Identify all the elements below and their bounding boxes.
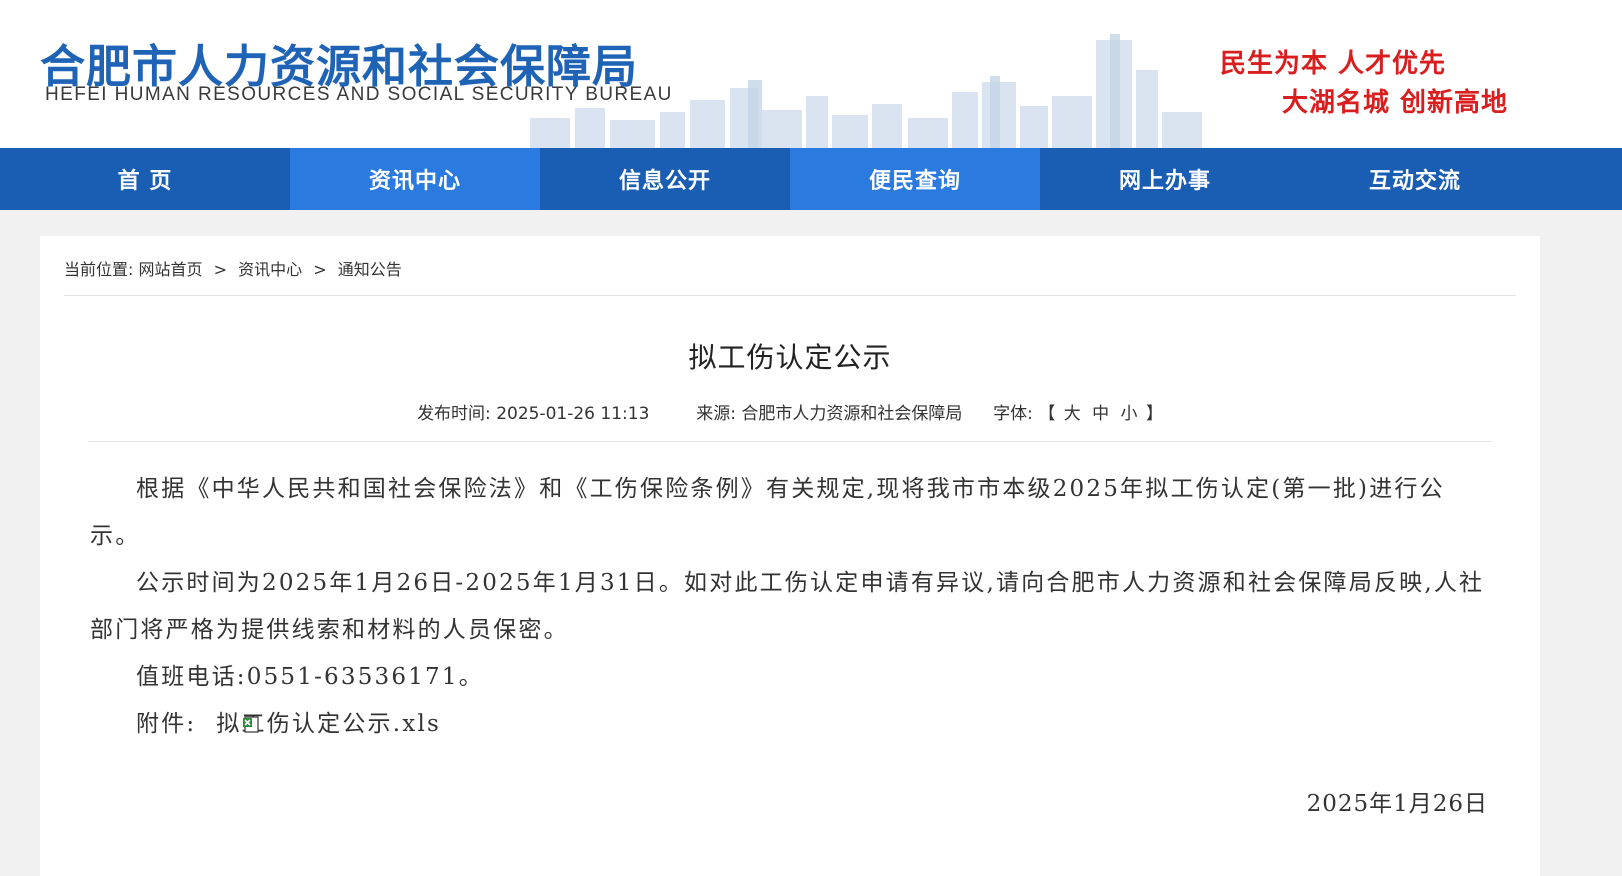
article-title: 拟工伤认定公示 [688, 341, 892, 374]
article-paragraph: 值班电话:0551-63536171。 [136, 664, 484, 690]
article-date: 2025年1月26日 [1306, 791, 1488, 817]
attachment-label: 附件: [136, 711, 197, 737]
breadcrumb-separator: > [213, 260, 228, 279]
font-size-label: 字体: [993, 404, 1033, 424]
breadcrumb-divider [64, 295, 1516, 296]
breadcrumb-news-center[interactable]: 资讯中心 [238, 260, 302, 279]
nav-info-disclosure[interactable]: 信息公开 [540, 148, 790, 210]
font-size-large-button[interactable]: 大 [1064, 404, 1081, 424]
nav-news-center[interactable]: 资讯中心 [290, 148, 540, 210]
breadcrumb-separator: > [313, 260, 327, 279]
source: 合肥市人力资源和社会保障局 [741, 404, 963, 424]
breadcrumb-home[interactable]: 网站首页 [139, 260, 203, 279]
font-size-small-button[interactable]: 小 [1121, 404, 1138, 424]
nav-home[interactable]: 首 页 [0, 148, 290, 210]
nav-interaction[interactable]: 互动交流 [1290, 148, 1540, 210]
slogan-line-2: 大湖名城 创新高地 [1282, 88, 1509, 118]
attachment-line: 附件: 拟工伤认定公示.xls [90, 701, 1490, 748]
attachment-link[interactable]: 拟工伤认定公示.xls [196, 711, 441, 737]
font-size-medium-button[interactable]: 中 [1092, 404, 1109, 424]
meta-divider [88, 441, 1492, 442]
excel-file-icon [196, 703, 259, 733]
breadcrumb: 当前位置: 网站首页 > 资讯中心 > 通知公告 [64, 256, 402, 280]
article-body: 根据《中华人民共和国社会保险法》和《工伤保险条例》有关规定,现将我市市本级202… [90, 466, 1490, 748]
source-label: 来源: [696, 404, 736, 424]
breadcrumb-notices[interactable]: 通知公告 [338, 260, 402, 279]
font-size-bracket-open: 【 [1038, 404, 1056, 424]
publish-time: 2025-01-26 11:13 [496, 404, 650, 424]
nav-online-service[interactable]: 网上办事 [1040, 148, 1290, 210]
slogan-line-1: 民生为本 人才优先 [1220, 49, 1447, 79]
article-paragraph: 公示时间为2025年1月26日-2025年1月31日。如对此工伤认定申请有异议,… [90, 570, 1485, 643]
main-nav: 首 页 资讯中心 信息公开 便民查询 网上办事 互动交流 [0, 148, 1622, 210]
nav-public-query[interactable]: 便民查询 [790, 148, 1040, 210]
article-paragraph: 根据《中华人民共和国社会保险法》和《工伤保险条例》有关规定,现将我市市本级202… [90, 476, 1445, 549]
site-logo-subtitle: HEFEI HUMAN RESOURCES AND SOCIAL SECURIT… [45, 84, 673, 105]
article-panel: 当前位置: 网站首页 > 资讯中心 > 通知公告 拟工伤认定公示 发布时间: 2… [40, 236, 1540, 876]
publish-time-label: 发布时间: [417, 404, 491, 424]
font-size-bracket-close: 】 [1145, 404, 1163, 424]
article-meta: 发布时间: 2025-01-26 11:13 来源: 合肥市人力资源和社会保障局… [40, 399, 1540, 424]
site-header: 合肥市人力资源和社会保障局 HEFEI HUMAN RESOURCES AND … [0, 0, 1622, 148]
breadcrumb-prefix: 当前位置: [64, 260, 134, 279]
